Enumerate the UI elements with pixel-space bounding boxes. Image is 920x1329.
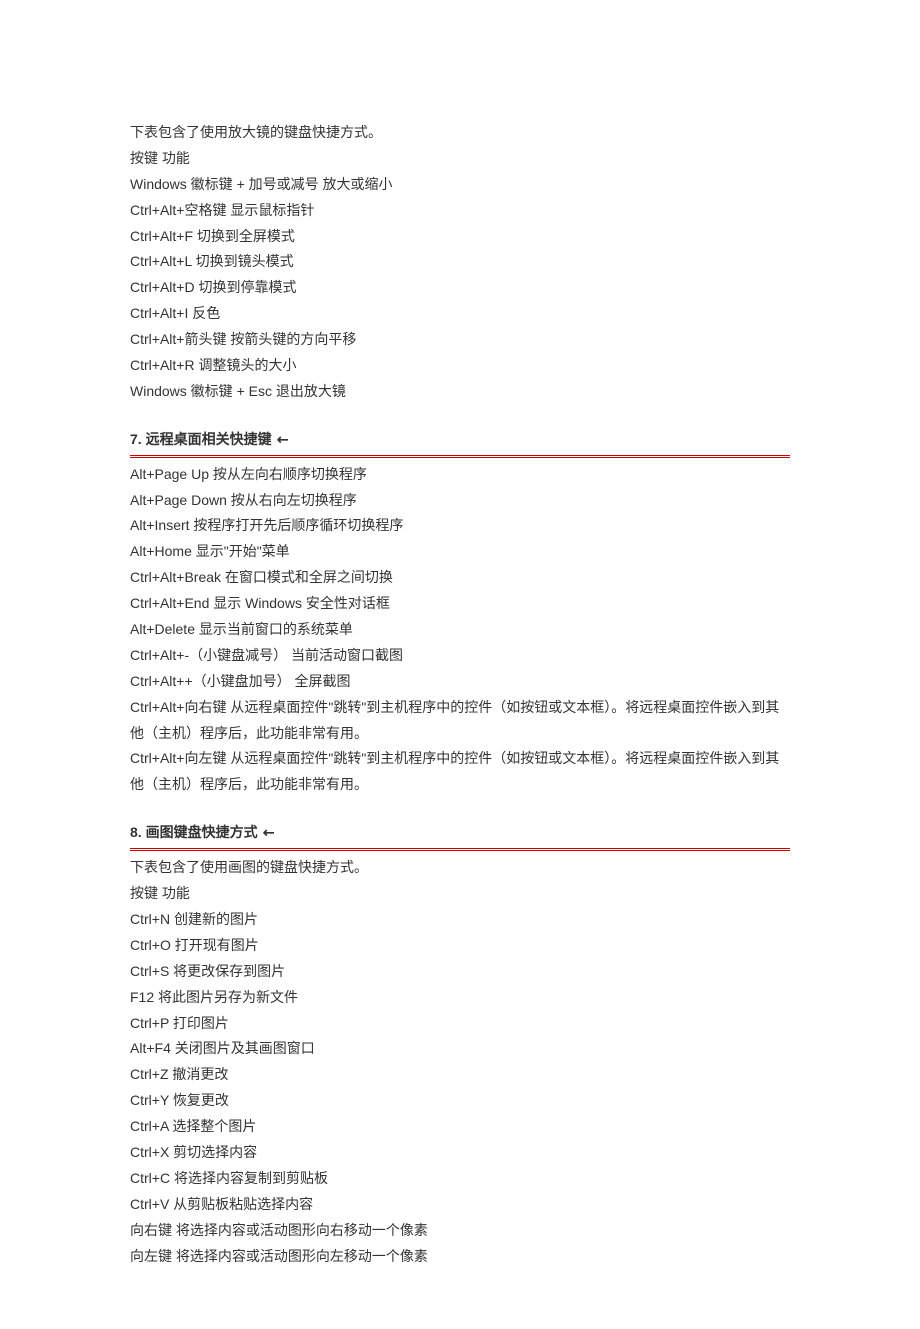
remote-desktop-item: Ctrl+Alt+Break 在窗口模式和全屏之间切换 xyxy=(130,565,790,591)
section-8-title: 画图键盘快捷方式 xyxy=(146,824,258,840)
magnifier-item: Ctrl+Alt+L 切换到镜头模式 xyxy=(130,249,790,275)
remote-desktop-item: Alt+Delete 显示当前窗口的系统菜单 xyxy=(130,617,790,643)
paint-item: Ctrl+V 从剪贴板粘贴选择内容 xyxy=(130,1192,790,1218)
section-7-title: 远程桌面相关快捷键 xyxy=(146,431,272,447)
remote-desktop-item: Ctrl+Alt+向左键 从远程桌面控件"跳转"到主机程序中的控件（如按钮或文本… xyxy=(130,746,790,798)
paint-item: 向左键 将选择内容或活动图形向左移动一个像素 xyxy=(130,1244,790,1270)
back-to-top-icon[interactable]: ↖ xyxy=(270,426,297,453)
paint-item: Ctrl+Y 恢复更改 xyxy=(130,1088,790,1114)
back-to-top-icon[interactable]: ↖ xyxy=(256,820,283,847)
paint-item: Ctrl+N 创建新的图片 xyxy=(130,907,790,933)
section-8-number: 8. xyxy=(130,824,142,840)
paint-item: Ctrl+S 将更改保存到图片 xyxy=(130,959,790,985)
paint-item: Ctrl+O 打开现有图片 xyxy=(130,933,790,959)
paint-item: Ctrl+A 选择整个图片 xyxy=(130,1114,790,1140)
paint-item: 向右键 将选择内容或活动图形向右移动一个像素 xyxy=(130,1218,790,1244)
section-8-heading: 8. 画图键盘快捷方式 ↖ xyxy=(130,820,790,851)
magnifier-item: Ctrl+Alt+D 切换到停靠模式 xyxy=(130,275,790,301)
remote-desktop-item: Alt+Page Up 按从左向右顺序切换程序 xyxy=(130,462,790,488)
remote-desktop-item: Alt+Page Down 按从右向左切换程序 xyxy=(130,488,790,514)
paint-item: Ctrl+C 将选择内容复制到剪贴板 xyxy=(130,1166,790,1192)
remote-desktop-item: Ctrl+Alt+向右键 从远程桌面控件"跳转"到主机程序中的控件（如按钮或文本… xyxy=(130,695,790,747)
magnifier-item: Ctrl+Alt+空格键 显示鼠标指针 xyxy=(130,198,790,224)
magnifier-item: Ctrl+Alt+箭头键 按箭头键的方向平移 xyxy=(130,327,790,353)
magnifier-intro: 下表包含了使用放大镜的键盘快捷方式。 xyxy=(130,120,790,146)
remote-desktop-item: Alt+Home 显示"开始"菜单 xyxy=(130,539,790,565)
section-7-number: 7. xyxy=(130,431,142,447)
magnifier-header: 按键 功能 xyxy=(130,146,790,172)
paint-item: Alt+F4 关闭图片及其画图窗口 xyxy=(130,1036,790,1062)
remote-desktop-item: Ctrl+Alt+End 显示 Windows 安全性对话框 xyxy=(130,591,790,617)
magnifier-item: Windows 徽标键 + Esc 退出放大镜 xyxy=(130,379,790,405)
remote-desktop-item: Alt+Insert 按程序打开先后顺序循环切换程序 xyxy=(130,513,790,539)
paint-item: Ctrl+X 剪切选择内容 xyxy=(130,1140,790,1166)
magnifier-item: Windows 徽标键 + 加号或减号 放大或缩小 xyxy=(130,172,790,198)
paint-item: Ctrl+P 打印图片 xyxy=(130,1011,790,1037)
remote-desktop-item: Ctrl+Alt++（小键盘加号） 全屏截图 xyxy=(130,669,790,695)
magnifier-item: Ctrl+Alt+I 反色 xyxy=(130,301,790,327)
paint-item: F12 将此图片另存为新文件 xyxy=(130,985,790,1011)
magnifier-item: Ctrl+Alt+R 调整镜头的大小 xyxy=(130,353,790,379)
paint-item: Ctrl+Z 撤消更改 xyxy=(130,1062,790,1088)
paint-intro: 下表包含了使用画图的键盘快捷方式。 xyxy=(130,855,790,881)
magnifier-item: Ctrl+Alt+F 切换到全屏模式 xyxy=(130,224,790,250)
remote-desktop-item: Ctrl+Alt+-（小键盘减号） 当前活动窗口截图 xyxy=(130,643,790,669)
paint-header: 按键 功能 xyxy=(130,881,790,907)
section-7-heading: 7. 远程桌面相关快捷键 ↖ xyxy=(130,427,790,458)
